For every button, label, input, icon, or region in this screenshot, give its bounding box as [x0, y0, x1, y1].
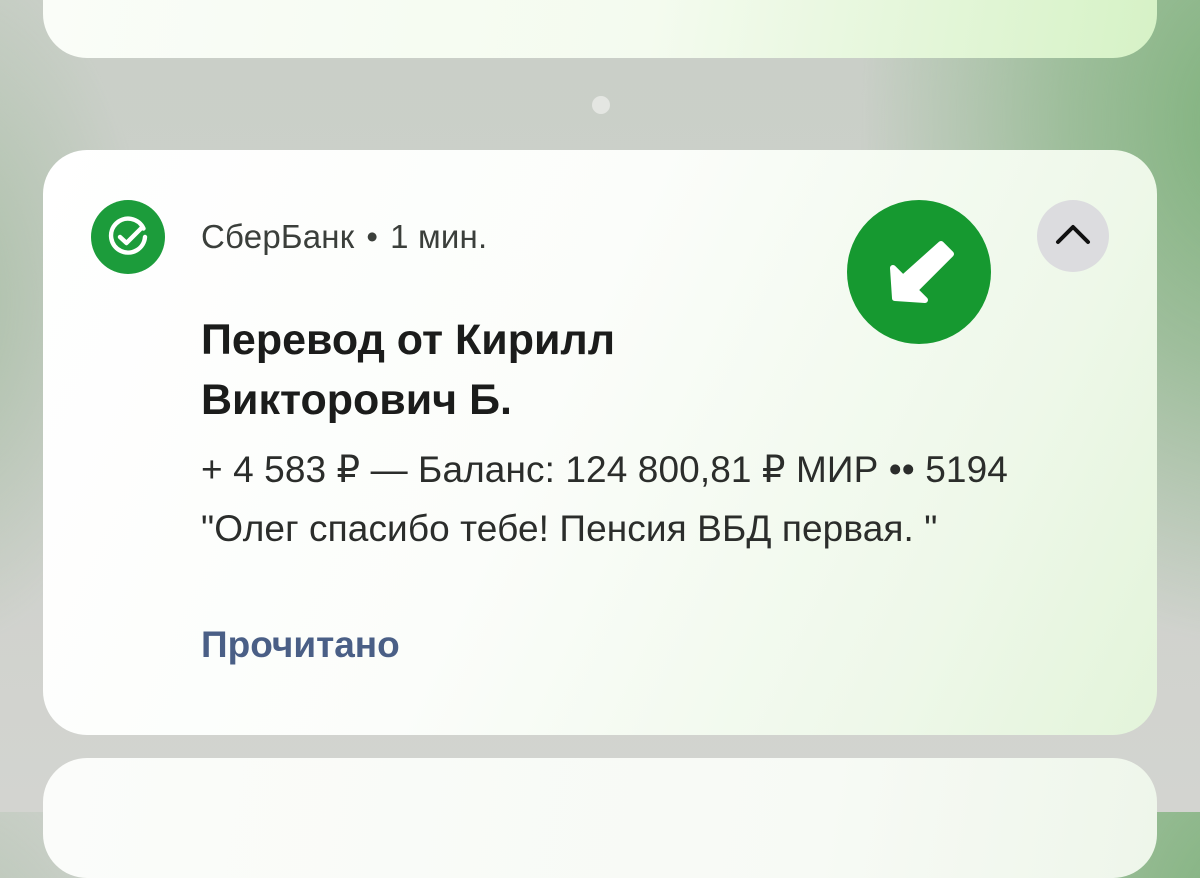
notification-title: Перевод от Кирилл Викторович Б. — [201, 316, 616, 424]
sberbank-notification-card[interactable]: СберБанк • 1 мин. Перевод от Кирилл Виктор… — [43, 150, 1157, 735]
previous-notification-card[interactable] — [43, 0, 1157, 58]
notification-header: СберБанк • 1 мин. — [201, 218, 487, 256]
collapse-button[interactable] — [1037, 200, 1109, 272]
transfer-amount-line: + 4 583 ₽ — Баланс: 124 800,81 ₽ МИР •• … — [201, 449, 1008, 490]
notification-time: 1 мин. — [390, 218, 488, 255]
transfer-message-line: "Олег спасибо тебе! Пенсия ВБД первая. " — [201, 508, 938, 549]
app-name: СберБанк — [201, 218, 355, 255]
chevron-up-icon — [1054, 222, 1092, 251]
next-notification-card[interactable] — [43, 758, 1157, 878]
arrow-down-left-icon — [847, 200, 991, 344]
page-indicator-dot — [592, 96, 610, 114]
header-separator: • — [366, 218, 379, 255]
sber-check-icon — [91, 200, 165, 274]
mark-read-button[interactable]: Прочитано — [201, 624, 400, 666]
